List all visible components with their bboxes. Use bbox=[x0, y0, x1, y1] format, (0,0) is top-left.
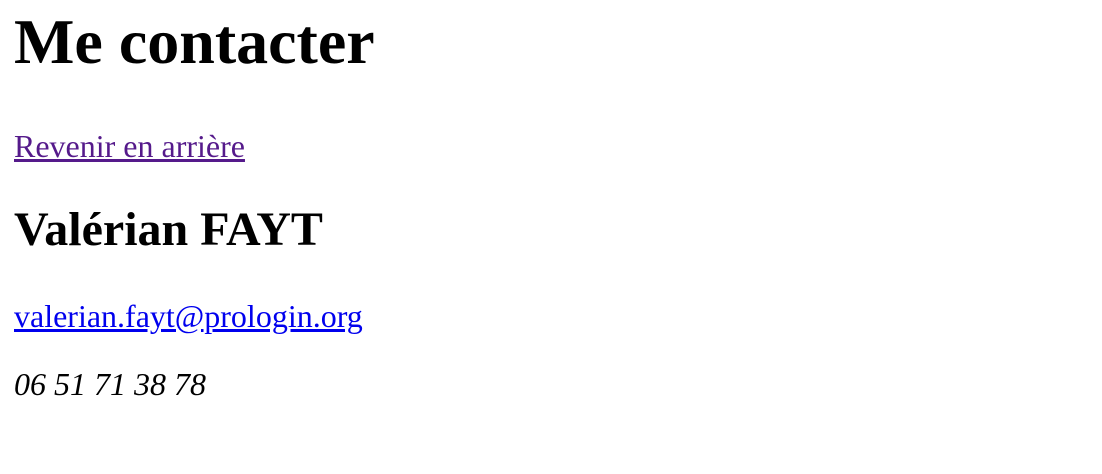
email-link[interactable]: valerian.fayt@prologin.org bbox=[14, 296, 363, 336]
back-link[interactable]: Revenir en arrière bbox=[14, 126, 245, 166]
contact-name: Valérian FAYT bbox=[14, 203, 323, 256]
contact-page: Me contacter Revenir en arrière Valérian… bbox=[0, 0, 1102, 404]
page-title: Me contacter bbox=[14, 6, 375, 77]
phone-number: 06 51 71 38 78 bbox=[14, 366, 206, 402]
